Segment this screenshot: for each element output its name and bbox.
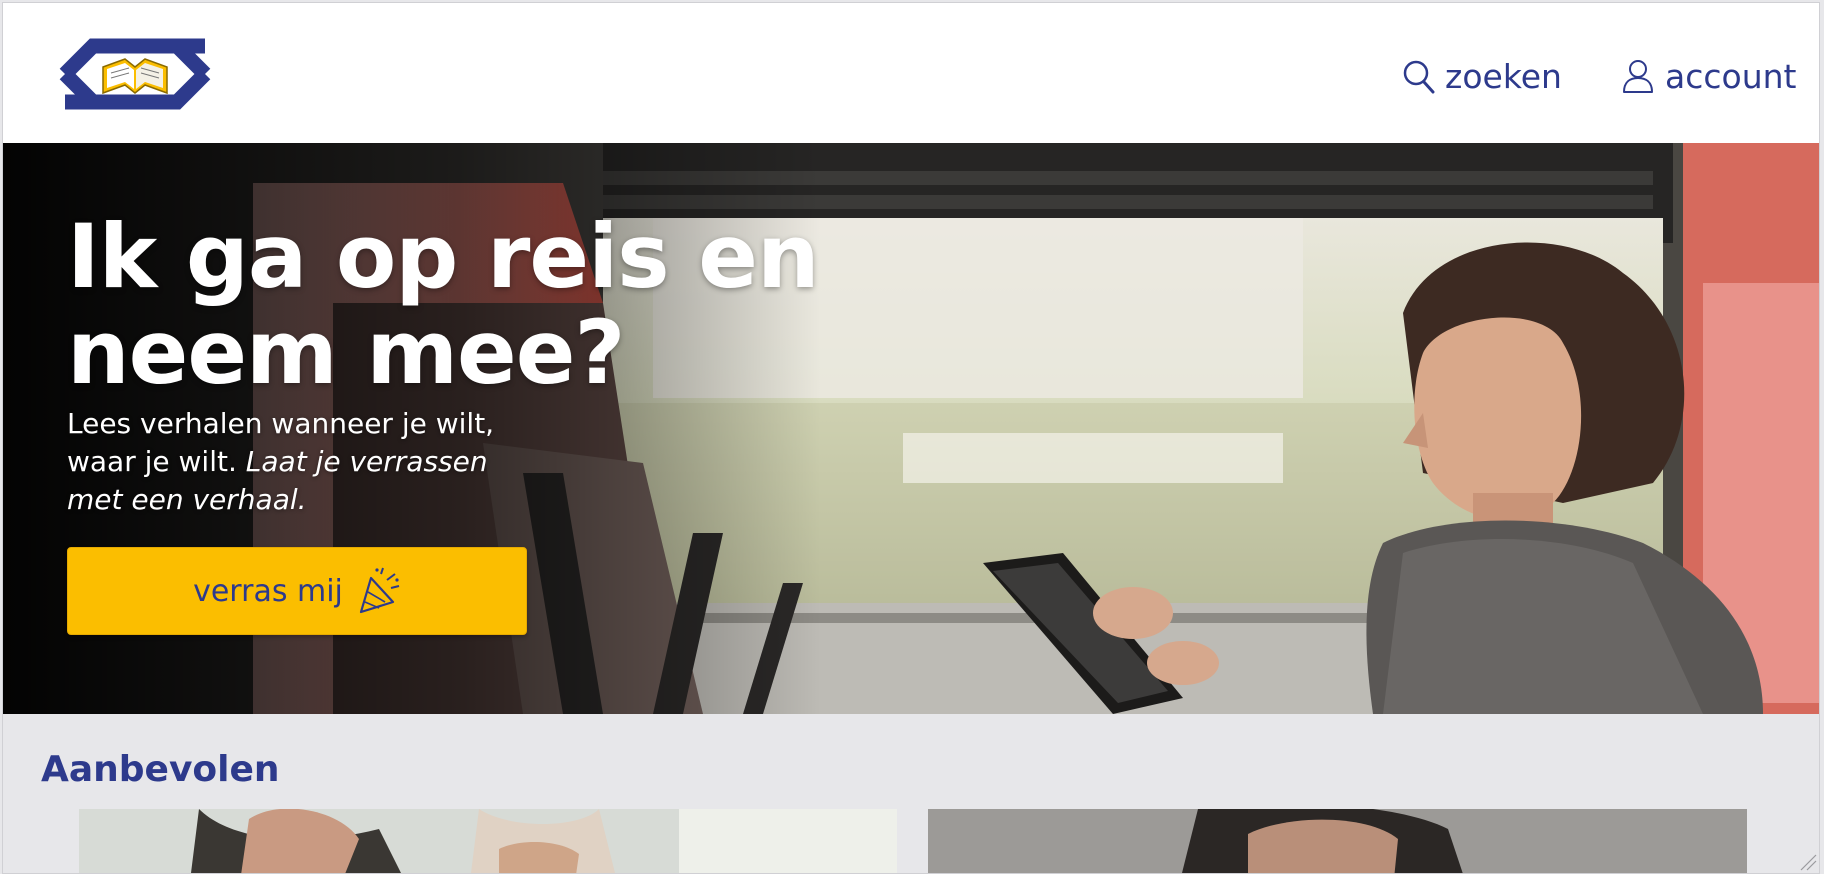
hero-text-block: Ik ga op reis en neem mee? Lees verhalen… [67, 209, 827, 519]
card-2-image [928, 809, 1747, 873]
recommended-title: Aanbevolen [41, 749, 280, 790]
search-label: zoeken [1445, 56, 1562, 96]
recommended-card[interactable] [928, 809, 1747, 873]
party-popper-icon [359, 567, 400, 614]
user-icon [1623, 60, 1653, 93]
search-icon [1403, 60, 1435, 94]
site-header: zoeken account [3, 3, 1819, 143]
resize-grip-icon[interactable] [1797, 851, 1817, 871]
account-link[interactable]: account [1621, 51, 1796, 101]
hero-title-line1: Ik ga op reis en [67, 205, 820, 308]
hero-title-line2: neem mee? [67, 301, 625, 404]
page: zoeken account Ik ga op reis en neem mee… [2, 2, 1820, 874]
card-1-image [79, 809, 897, 873]
search-link[interactable]: zoeken [1401, 51, 1562, 101]
account-label: account [1665, 56, 1797, 96]
surprise-me-label: verras mij [193, 573, 343, 609]
surprise-me-button[interactable]: verras mij [67, 547, 527, 635]
hero-title: Ik ga op reis en neem mee? [67, 209, 827, 401]
ns-book-logo[interactable] [35, 33, 235, 115]
hero-subtitle: Lees verhalen wanneer je wilt, waar je w… [67, 405, 537, 519]
hero-banner: Ik ga op reis en neem mee? Lees verhalen… [3, 143, 1819, 714]
recommended-card[interactable] [79, 809, 897, 873]
